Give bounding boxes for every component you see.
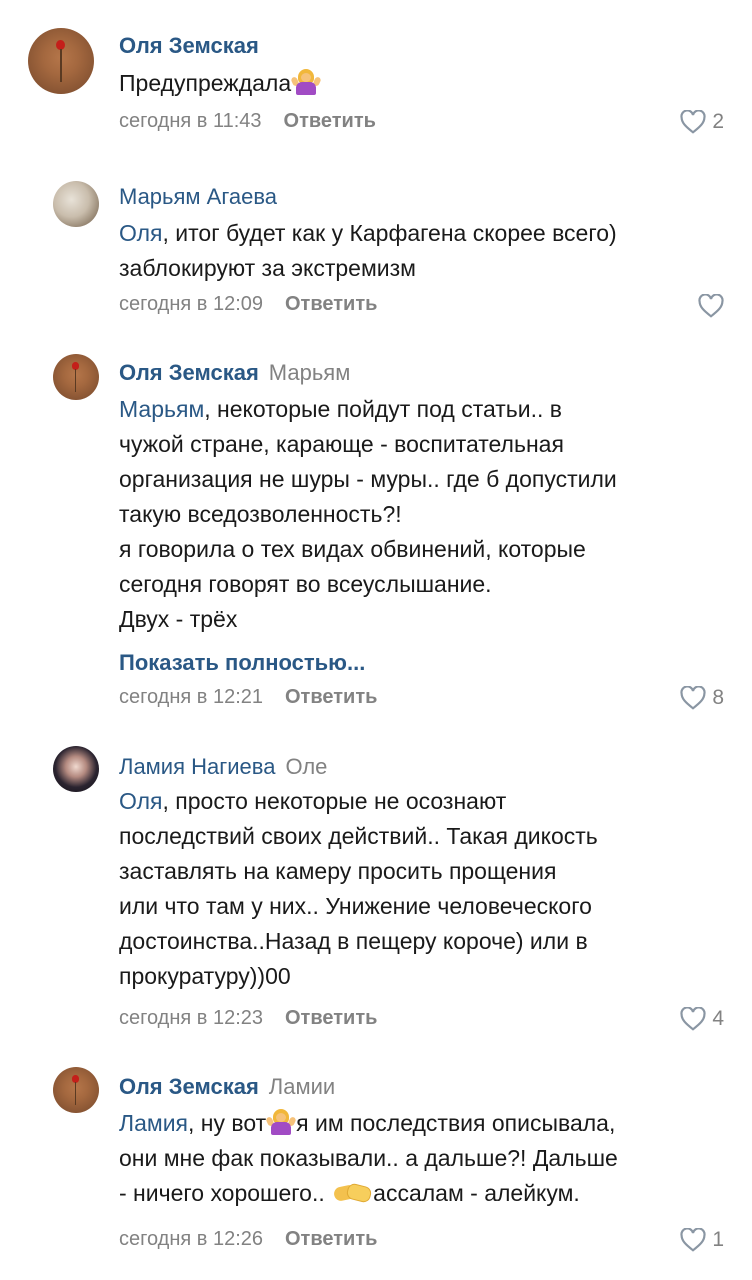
reply-button[interactable]: Ответить bbox=[285, 686, 377, 708]
like-button[interactable]: 8 bbox=[680, 686, 724, 710]
author-name[interactable]: Оля Земская bbox=[119, 1074, 259, 1099]
heart-icon bbox=[698, 294, 724, 318]
reply-to-label[interactable]: Оле bbox=[285, 754, 327, 779]
reply-to-label[interactable]: Ламии bbox=[269, 1074, 335, 1099]
heart-icon bbox=[680, 110, 706, 134]
like-count: 1 bbox=[712, 1228, 724, 1251]
like-button[interactable]: 1 bbox=[680, 1228, 724, 1252]
avatar[interactable] bbox=[53, 354, 99, 400]
like-button[interactable]: 2 bbox=[680, 110, 724, 134]
reply-button[interactable]: Ответить bbox=[285, 1228, 377, 1250]
author-name[interactable]: Оля Земская bbox=[119, 33, 259, 58]
mention-link[interactable]: Оля bbox=[119, 220, 163, 246]
avatar[interactable] bbox=[53, 181, 99, 227]
avatar[interactable] bbox=[53, 746, 99, 792]
heart-icon bbox=[680, 686, 706, 710]
show-more-link[interactable]: Показать полностью... bbox=[119, 650, 365, 676]
woman-shrugging-emoji bbox=[290, 69, 322, 95]
mention-link[interactable]: Ламия bbox=[119, 1110, 188, 1136]
comment-text: Оля, итог будет как у Карфагена скорее в… bbox=[119, 220, 617, 281]
author-name[interactable]: Марьям Агаева bbox=[119, 184, 277, 209]
timestamp: сегодня в 12:21 bbox=[119, 686, 263, 708]
reply-button[interactable]: Ответить bbox=[285, 1007, 377, 1029]
avatar[interactable] bbox=[28, 28, 94, 94]
woman-shrugging-emoji bbox=[265, 1109, 297, 1135]
timestamp: сегодня в 12:09 bbox=[119, 293, 263, 315]
like-button[interactable]: 4 bbox=[680, 1007, 724, 1031]
reply-to-label[interactable]: Марьям bbox=[269, 360, 351, 385]
like-count: 4 bbox=[712, 1007, 724, 1030]
timestamp: сегодня в 12:23 bbox=[119, 1007, 263, 1029]
mention-link[interactable]: Оля bbox=[119, 788, 163, 814]
author-name[interactable]: Ламия Нагиева bbox=[119, 754, 275, 779]
like-button[interactable] bbox=[698, 294, 724, 318]
reply-button[interactable]: Ответить bbox=[285, 293, 377, 315]
heart-icon bbox=[680, 1228, 706, 1252]
handshake-emoji bbox=[332, 1179, 373, 1205]
like-count: 8 bbox=[712, 686, 724, 709]
timestamp: сегодня в 11:43 bbox=[119, 110, 262, 132]
comment-text: Оля, просто некоторые не осознают послед… bbox=[119, 788, 598, 989]
timestamp: сегодня в 12:26 bbox=[119, 1228, 263, 1250]
comment-text: Ламия, ну вот я им последствия описывала,… bbox=[119, 1109, 618, 1206]
mention-link[interactable]: Марьям bbox=[119, 396, 204, 422]
reply-button[interactable]: Ответить bbox=[284, 110, 376, 132]
comment-text: Марьям, некоторые пойдут под статьи.. в … bbox=[119, 396, 617, 632]
heart-icon bbox=[680, 1007, 706, 1031]
like-count: 2 bbox=[712, 110, 724, 133]
comment-text: Предупреждала bbox=[119, 66, 729, 101]
author-name[interactable]: Оля Земская bbox=[119, 360, 259, 385]
avatar[interactable] bbox=[53, 1067, 99, 1113]
